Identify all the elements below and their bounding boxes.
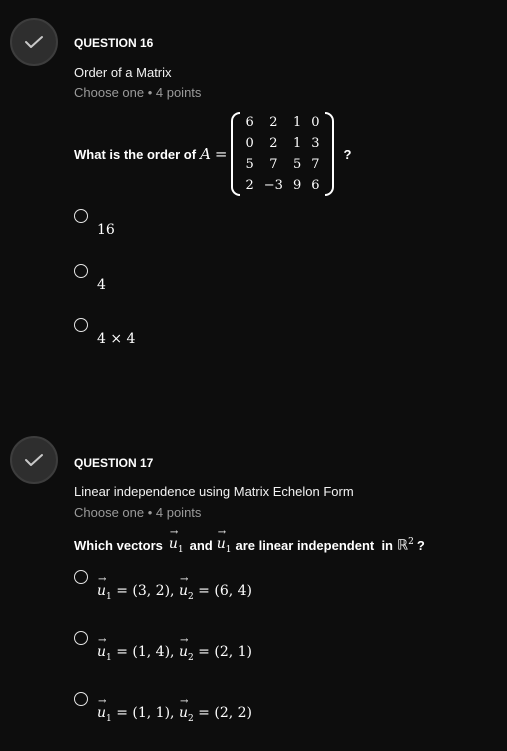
matrix-cell: 6 bbox=[311, 178, 320, 193]
option-label: 16 bbox=[97, 222, 115, 238]
prompt-question-mark: ? bbox=[416, 537, 425, 553]
radio-button[interactable] bbox=[74, 318, 88, 332]
matrix-cell: 0 bbox=[245, 136, 254, 151]
radio-button[interactable] bbox=[74, 692, 88, 706]
question-title: Linear independence using Matrix Echelon… bbox=[74, 484, 354, 499]
vector-u1: u1 bbox=[169, 527, 184, 555]
prompt-text: What is the order of bbox=[74, 146, 197, 162]
matrix-cell: 6 bbox=[245, 115, 254, 130]
matrix-cell: 1 bbox=[292, 136, 302, 151]
vector-u1: u1 bbox=[217, 527, 232, 555]
radio-button[interactable] bbox=[74, 209, 88, 223]
option-label: 4 bbox=[97, 277, 106, 293]
matrix-row: 2 −3 9 6 bbox=[240, 175, 324, 196]
matrix-cell: −3 bbox=[263, 178, 283, 193]
matrix-table: 6 2 1 0 0 2 1 3 5 7 5 7 2 −3 9 6 bbox=[240, 112, 324, 196]
answered-status-badge bbox=[10, 436, 58, 484]
matrix-row: 5 7 5 7 bbox=[240, 154, 324, 175]
matrix-cell: 5 bbox=[292, 157, 302, 172]
option-label: 4 × 4 bbox=[97, 331, 136, 347]
question-number: QUESTION 17 bbox=[74, 456, 154, 470]
matrix-cell: 1 bbox=[292, 115, 302, 130]
matrix-variable: A bbox=[200, 145, 211, 163]
matrix-cell: 5 bbox=[245, 157, 254, 172]
prompt-text: are linear independent in bbox=[235, 537, 393, 553]
matrix-cell: 2 bbox=[269, 136, 278, 151]
radio-button[interactable] bbox=[74, 570, 88, 584]
option-label: u1 = (3, 2), u2 = (6, 4) bbox=[97, 574, 252, 602]
prompt-text: Which vectors bbox=[74, 537, 163, 553]
question-meta: Choose one • 4 points bbox=[74, 505, 202, 520]
question-17: QUESTION 17 Linear independence using Ma… bbox=[0, 420, 507, 751]
check-icon bbox=[25, 454, 43, 466]
matrix-a: 6 2 1 0 0 2 1 3 5 7 5 7 2 −3 9 6 bbox=[231, 112, 334, 196]
option-label: u1 = (1, 1), u2 = (2, 2) bbox=[97, 696, 252, 724]
radio-button[interactable] bbox=[74, 264, 88, 278]
answered-status-badge bbox=[10, 18, 58, 66]
matrix-row: 6 2 1 0 bbox=[240, 112, 324, 133]
question-16: QUESTION 16 Order of a Matrix Choose one… bbox=[0, 0, 507, 400]
matrix-cell: 2 bbox=[245, 178, 254, 193]
prompt-question-mark: ? bbox=[343, 146, 352, 162]
matrix-cell: 0 bbox=[311, 115, 320, 130]
radio-button[interactable] bbox=[74, 631, 88, 645]
matrix-cell: 7 bbox=[311, 157, 320, 172]
equals-sign: = bbox=[214, 145, 228, 163]
matrix-cell: 9 bbox=[292, 178, 302, 193]
matrix-cell: 2 bbox=[269, 115, 278, 130]
matrix-row: 0 2 1 3 bbox=[240, 133, 324, 154]
real-space-r2: ℝ2 bbox=[397, 536, 414, 554]
check-icon bbox=[25, 36, 43, 48]
question-prompt: What is the order of A = 6 2 1 0 0 2 1 3 bbox=[74, 112, 351, 196]
question-title: Order of a Matrix bbox=[74, 65, 172, 80]
option-label: u1 = (1, 4), u2 = (2, 1) bbox=[97, 635, 252, 663]
question-prompt: Which vectors u1 and u1 are linear indep… bbox=[74, 527, 425, 556]
prompt-text: and bbox=[189, 537, 213, 553]
question-meta: Choose one • 4 points bbox=[74, 85, 202, 100]
left-paren bbox=[231, 112, 241, 196]
right-paren bbox=[324, 112, 334, 196]
matrix-cell: 7 bbox=[269, 157, 278, 172]
matrix-cell: 3 bbox=[311, 136, 320, 151]
question-number: QUESTION 16 bbox=[74, 36, 154, 50]
